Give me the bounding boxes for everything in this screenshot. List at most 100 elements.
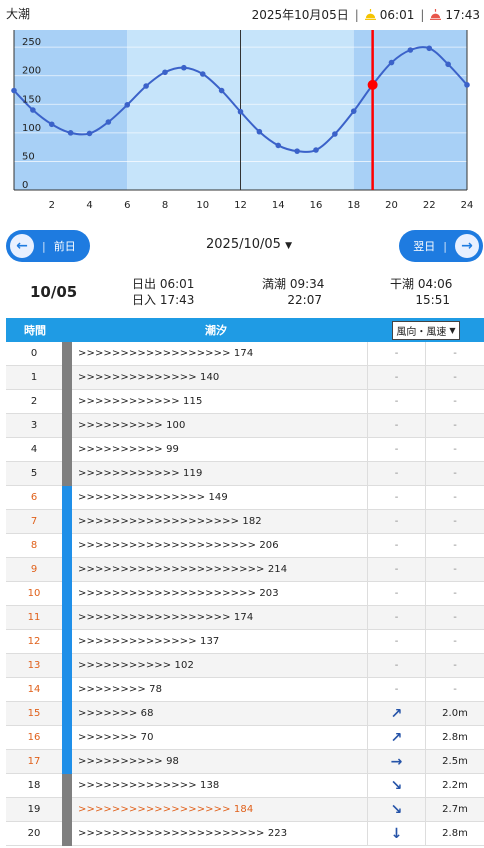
low-tide-2: 15:51 — [415, 293, 450, 307]
daylight-strip — [62, 341, 72, 366]
chevron-down-icon: ▼ — [285, 241, 292, 251]
chevron-down-icon: ▼ — [449, 325, 456, 335]
data-point — [105, 119, 112, 125]
sunset-text: 日入 17:43 — [132, 293, 195, 307]
data-point — [445, 61, 451, 68]
tide-bar-text: >>>>>>>>>>>>>> 138 — [72, 773, 368, 798]
wind-speed: - — [453, 612, 457, 623]
date-select[interactable]: 2025/10/05 ▼ — [206, 237, 292, 252]
x-tick-label: 22 — [423, 200, 436, 211]
row-hour: 17 — [27, 756, 41, 767]
tide-bar-text: >>>>>>>>>>>>>>>>>>>>>> 223 — [72, 821, 368, 846]
current-point — [367, 79, 378, 90]
x-tick-label: 2 — [49, 200, 55, 211]
y-tick-label: 250 — [22, 37, 41, 48]
table-row: 13 >>>>>>>>>>> 102- - — [6, 653, 484, 678]
next-day-label: 翌日 — [413, 240, 436, 253]
row-hour: 18 — [27, 780, 41, 791]
prev-day-button[interactable]: ← | 前日 — [6, 230, 90, 262]
table-row: 11 >>>>>>>>>>>>>>>>>> 174- - — [6, 605, 484, 630]
table-row: 6 >>>>>>>>>>>>>>> 149- - — [6, 485, 484, 510]
y-tick-label: 0 — [22, 180, 28, 191]
data-point — [237, 108, 244, 115]
row-hour: 8 — [30, 540, 38, 551]
x-tick-label: 20 — [385, 200, 398, 211]
x-tick-label: 4 — [86, 200, 92, 211]
daylight-strip — [62, 461, 72, 486]
wind-direction: - — [368, 533, 426, 558]
tide-bar-text: >>>>>>>>>> 99 — [72, 437, 368, 462]
tide-bar-text: >>>>>>>>>>>>>>>>>>>>>> 214 — [72, 557, 368, 582]
wind-speed: - — [453, 372, 457, 383]
summary-date: 10/05 — [30, 283, 78, 301]
table-row: 15 >>>>>>> 68 ↗ 2.0m — [6, 701, 484, 726]
table-row: 3 >>>>>>>>>> 100- - — [6, 413, 484, 438]
table-row: 16 >>>>>>> 70 ↗ 2.8m — [6, 725, 484, 750]
wind-speed: - — [453, 396, 457, 407]
data-point — [162, 69, 168, 76]
wind-direction: - — [368, 461, 426, 486]
row-hour: 3 — [30, 420, 38, 431]
arrow-right-icon: → — [455, 234, 479, 258]
daylight-strip — [62, 605, 72, 630]
wind-speed: 2.8m — [442, 828, 468, 839]
data-point — [313, 147, 319, 153]
daylight-strip — [62, 389, 72, 414]
y-tick-label: 200 — [22, 66, 41, 77]
wind-direction: - — [368, 677, 426, 702]
table-row: 7 >>>>>>>>>>>>>>>>>>> 182- - — [6, 509, 484, 534]
row-hour: 16 — [27, 732, 41, 743]
table-row: 8 >>>>>>>>>>>>>>>>>>>>> 206- - — [6, 533, 484, 558]
row-hour: 11 — [27, 612, 41, 623]
row-hour: 5 — [30, 468, 38, 479]
arrow-left-icon: ← — [10, 234, 34, 258]
table-row: 4 >>>>>>>>>> 99- - — [6, 437, 484, 462]
daylight-strip — [62, 485, 72, 510]
tide-bar-text: >>>>>>>> 78 — [72, 677, 368, 702]
wind-speed: - — [453, 540, 457, 551]
wind-direction: - — [368, 605, 426, 630]
data-point — [294, 148, 300, 154]
data-point — [143, 83, 149, 89]
x-tick-label: 14 — [272, 200, 285, 211]
wind-speed: 2.8m — [442, 732, 468, 743]
data-point — [350, 108, 357, 114]
row-hour: 9 — [30, 564, 38, 575]
wind-speed: - — [453, 420, 457, 431]
sunrise-icon — [364, 9, 376, 20]
next-day-button[interactable]: 翌日 | → — [399, 230, 483, 262]
tide-bar-text: >>>>>>> 70 — [72, 725, 368, 750]
wind-speed: - — [453, 516, 457, 527]
row-hour: 7 — [30, 516, 38, 527]
wind-select-label: 風向・風速 — [396, 326, 447, 338]
wind-speed: 2.2m — [442, 780, 468, 791]
tide-bar-text: >>>>>>>>>>>>>>>>>>> 182 — [72, 509, 368, 534]
row-hour: 20 — [27, 828, 41, 839]
data-point — [67, 130, 74, 136]
daylight-strip — [62, 437, 72, 462]
table-row: 9 >>>>>>>>>>>>>>>>>>>>>> 214- - — [6, 557, 484, 582]
x-tick-label: 10 — [196, 200, 209, 211]
daylight-strip — [62, 773, 72, 798]
header-bar: 大潮 2025年10月05日 | 06:01 | 17:43 — [0, 0, 484, 26]
header-sunrise: 06:01 — [379, 7, 415, 22]
tide-table: 時間 潮汐 風向・風速 ▼ 0 >>>>>>>>>>>>>>>>>> 174- -1… — [6, 318, 484, 846]
row-hour: 12 — [27, 636, 41, 647]
header-tide: 潮汐 — [205, 324, 227, 337]
wind-arrow-icon: ↘ — [368, 773, 426, 798]
table-row: 5 >>>>>>>>>>>> 119- - — [6, 461, 484, 486]
wind-speed: - — [453, 660, 457, 671]
tide-bar-text: >>>>>>>>>>>>>>>>>>>>> 206 — [72, 533, 368, 558]
tide-bar-text: >>>>>>>>>> 98 — [72, 749, 368, 774]
x-tick-label: 8 — [162, 200, 168, 211]
header-info: 2025年10月05日 | 06:01 | 17:43 — [251, 7, 480, 23]
wind-direction: - — [368, 413, 426, 438]
night-band — [353, 30, 467, 190]
wind-direction: - — [368, 653, 426, 678]
daylight-strip — [62, 701, 72, 726]
wind-direction: - — [368, 629, 426, 654]
header-date: 2025年10月05日 — [251, 8, 349, 22]
wind-speed: - — [453, 636, 457, 647]
data-point — [11, 87, 17, 94]
wind-select[interactable]: 風向・風速 ▼ — [392, 320, 460, 340]
